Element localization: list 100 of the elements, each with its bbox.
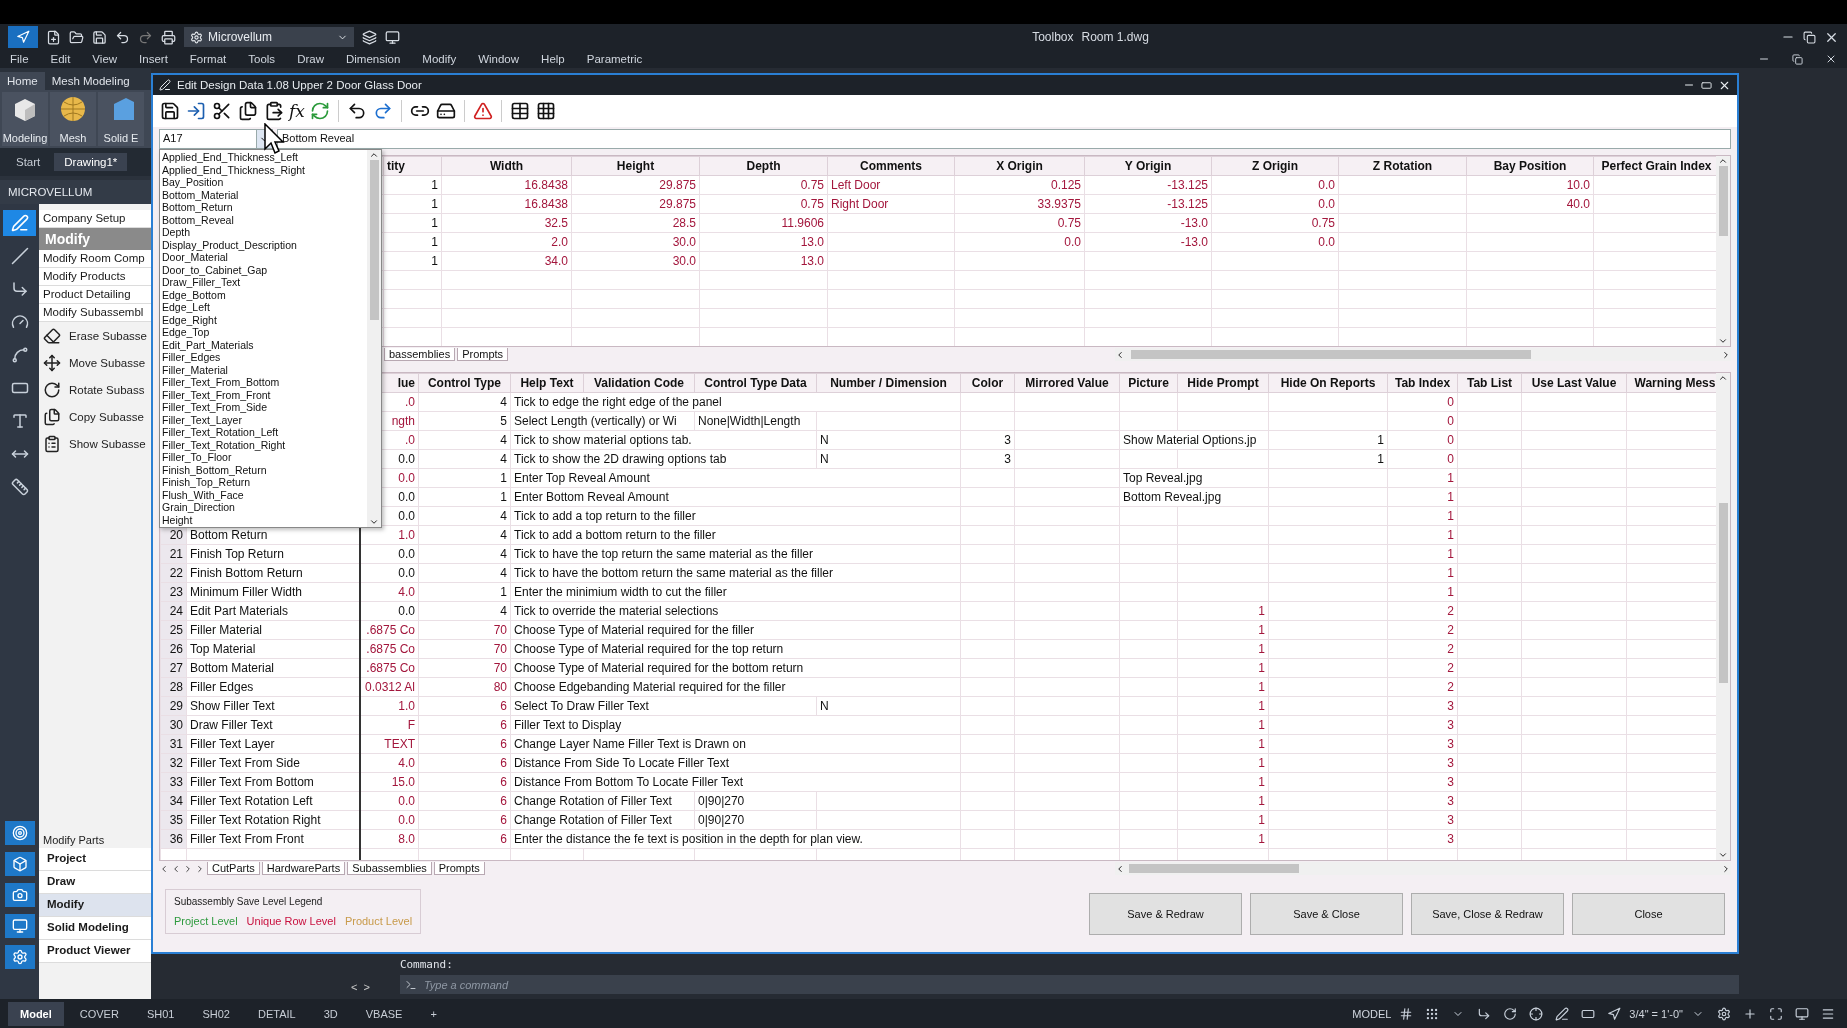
redo-icon[interactable]: [138, 29, 153, 45]
column-header[interactable]: Control Type: [418, 373, 511, 393]
layout-tab[interactable]: COVER: [67, 1001, 131, 1026]
monitor-icon[interactable]: [4, 914, 35, 938]
target-icon[interactable]: [4, 821, 35, 845]
settings-icon[interactable]: [4, 945, 35, 969]
column-header[interactable]: Z Origin: [1211, 156, 1339, 176]
column-header[interactable]: Y Origin: [1084, 156, 1212, 176]
scrollbar-thumb[interactable]: [369, 160, 379, 320]
column-header[interactable]: X Origin: [954, 156, 1085, 176]
scroll-up-icon[interactable]: [1718, 156, 1728, 166]
command-field[interactable]: Type a command: [421, 975, 1739, 994]
scroll-right-icon[interactable]: [1721, 349, 1731, 360]
layout-tab[interactable]: SH01: [134, 1001, 187, 1026]
ribbon-tab[interactable]: Mesh Modeling: [44, 72, 137, 90]
dialog-button[interactable]: Save & Redraw: [1089, 893, 1242, 935]
palette-group[interactable]: Solid Modeling: [39, 917, 151, 940]
column-header[interactable]: tity: [383, 156, 442, 176]
scroll-arrow[interactable]: <: [351, 981, 358, 993]
workspace-dropdown[interactable]: Microvellum: [184, 27, 354, 47]
dialog-button[interactable]: Save & Close: [1250, 893, 1403, 935]
column-header[interactable]: Width: [441, 156, 572, 176]
scroll-down-icon[interactable]: [1718, 850, 1728, 860]
dropdown-option[interactable]: Bottom_Material: [160, 188, 367, 201]
menu-item[interactable]: Help: [541, 53, 565, 65]
menu-item[interactable]: Draw: [297, 53, 324, 65]
sheet-tab[interactable]: Subassemblies: [347, 862, 432, 875]
rotate-icon[interactable]: [43, 380, 61, 399]
menu-item[interactable]: View: [92, 53, 118, 65]
column-header[interactable]: Picture: [1119, 373, 1178, 393]
scroll-down-icon[interactable]: [1718, 336, 1728, 346]
app-logo[interactable]: [8, 26, 38, 48]
sheet-tab[interactable]: HardwareParts: [261, 862, 346, 875]
scale-indicator[interactable]: 3/4" = 1'-0": [1629, 1007, 1683, 1020]
column-header[interactable]: Tab Index: [1387, 373, 1458, 393]
copy-icon[interactable]: [43, 407, 61, 426]
palette-link[interactable]: Product Detailing: [39, 286, 151, 304]
vertical-scrollbar[interactable]: [1716, 373, 1730, 860]
horizontal-scrollbar[interactable]: [1115, 862, 1731, 875]
menu-item[interactable]: Window: [478, 53, 520, 65]
layers-icon[interactable]: [362, 29, 377, 45]
menu-item[interactable]: File: [10, 53, 29, 65]
sheet-tab[interactable]: Prompts: [433, 862, 485, 875]
sheet-tab[interactable]: Prompts: [457, 348, 509, 361]
layout-tab[interactable]: DETAIL: [245, 1001, 308, 1026]
column-header[interactable]: Depth: [699, 156, 828, 176]
previous-sheet-icon[interactable]: [171, 863, 181, 874]
cell-reference-dropdown[interactable]: A17: [159, 129, 273, 149]
prompt-button[interactable]: [399, 975, 422, 994]
column-header[interactable]: Control Type Data: [694, 373, 817, 393]
undo-icon[interactable]: [115, 29, 130, 45]
dropdown-option[interactable]: Filler_Material: [160, 363, 367, 376]
vertical-scrollbar[interactable]: [1716, 156, 1730, 346]
dialog-button[interactable]: Close: [1572, 893, 1725, 935]
palette-group[interactable]: Project: [39, 848, 151, 871]
new-file-icon[interactable]: [46, 29, 61, 45]
column-header[interactable]: Number / Dimension: [816, 373, 961, 393]
last-sheet-icon[interactable]: [195, 863, 205, 874]
layout-tab[interactable]: Model: [8, 1001, 64, 1026]
menu-item[interactable]: Insert: [139, 53, 168, 65]
dropdown-option[interactable]: Filler_Edges: [160, 351, 367, 364]
dropdown-option[interactable]: Applied_End_Thickness_Left: [160, 151, 367, 164]
scroll-left-icon[interactable]: [1115, 349, 1125, 360]
column-header[interactable]: Use Last Value: [1521, 373, 1627, 393]
scroll-up-icon[interactable]: [369, 150, 379, 160]
palette-link[interactable]: Modify Subassembl: [39, 304, 151, 322]
palette-group[interactable]: Modify: [39, 894, 151, 917]
layout-tab[interactable]: SH02: [190, 1001, 242, 1026]
scroll-left-icon[interactable]: [1115, 863, 1125, 874]
menu-item[interactable]: Format: [189, 53, 227, 65]
column-header[interactable]: Hide Prompt: [1177, 373, 1269, 393]
palette-tool[interactable]: Move Subasse: [69, 356, 146, 369]
menu-item[interactable]: Tools: [248, 53, 276, 65]
dropdown-option[interactable]: Edge_Left: [160, 301, 367, 314]
export-icon[interactable]: [185, 100, 207, 122]
ribbon-button[interactable]: Mesh: [50, 92, 96, 146]
scroll-up-icon[interactable]: [1718, 373, 1728, 383]
scrollbar-thumb[interactable]: [1129, 864, 1299, 873]
ribbon-button[interactable]: Modeling: [2, 92, 48, 146]
palette-link[interactable]: Modify Room Comp: [39, 250, 151, 268]
monitor-icon[interactable]: [385, 29, 400, 45]
dropdown-option[interactable]: Edit_Part_Materials: [160, 338, 367, 351]
scrollbar-thumb[interactable]: [1131, 350, 1531, 359]
palette-group[interactable]: Product Viewer: [39, 940, 151, 963]
dialog-button[interactable]: Save, Close & Redraw: [1411, 893, 1564, 935]
close-icon[interactable]: [1825, 53, 1837, 65]
ribbon-button[interactable]: Solid E: [98, 92, 144, 146]
layout-tab[interactable]: 3D: [311, 1001, 350, 1026]
print-icon[interactable]: [161, 29, 176, 45]
restore-icon[interactable]: [1803, 30, 1816, 44]
clipboard-icon[interactable]: [43, 434, 61, 453]
column-header[interactable]: Comments: [827, 156, 955, 176]
palette-tool[interactable]: Rotate Subass: [69, 383, 145, 396]
menu-item[interactable]: Dimension: [345, 53, 401, 65]
eraser-icon[interactable]: [43, 326, 61, 345]
palette-tool[interactable]: Erase Subasse: [69, 329, 147, 342]
ribbon-tab[interactable]: Home: [0, 72, 45, 90]
column-header[interactable]: Color: [960, 373, 1015, 393]
column-header[interactable]: Validation Code: [583, 373, 695, 393]
palette-tool[interactable]: Show Subasse: [69, 437, 146, 450]
